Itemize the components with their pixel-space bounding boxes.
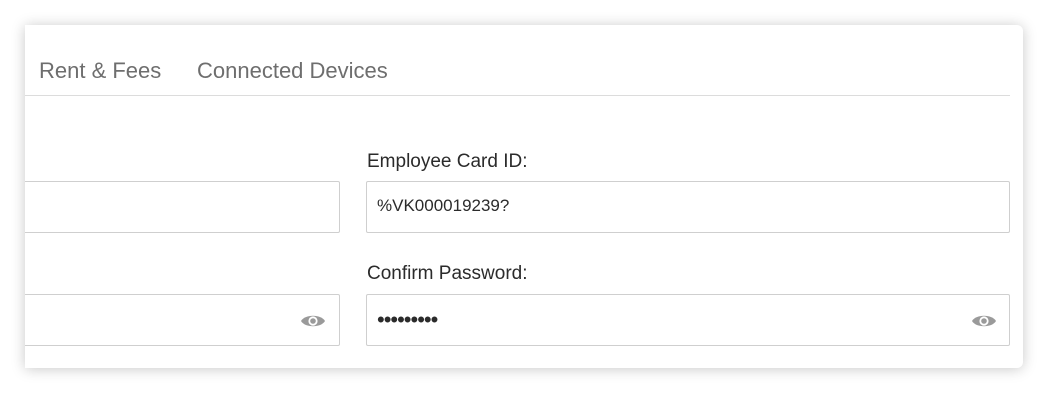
eye-icon[interactable] [300, 312, 326, 330]
confirm-password-input[interactable]: ••••••••• [366, 294, 1010, 346]
confirm-password-value: ••••••••• [377, 307, 438, 332]
left-text-field[interactable] [25, 181, 340, 233]
tab-bar: Rent & Fees Connected Devices [25, 25, 1010, 96]
eye-icon[interactable] [971, 312, 997, 330]
settings-panel: Rent & Fees Connected Devices Employee C… [25, 25, 1023, 368]
employee-card-id-input[interactable]: %VK000019239? [366, 181, 1010, 233]
tab-rent-fees[interactable]: Rent & Fees [39, 58, 161, 84]
password-input[interactable] [25, 294, 340, 346]
confirm-password-label: Confirm Password: [367, 263, 528, 284]
employee-card-id-value: %VK000019239? [377, 196, 510, 215]
tab-connected-devices[interactable]: Connected Devices [197, 58, 388, 84]
employee-card-id-label: Employee Card ID: [367, 151, 528, 172]
